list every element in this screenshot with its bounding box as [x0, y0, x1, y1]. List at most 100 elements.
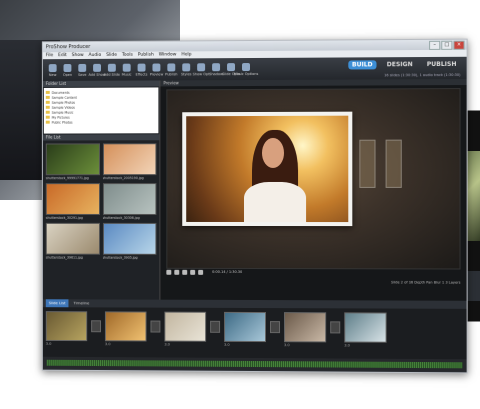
- app-window: ProShow Producer – □ × File Edit Show Au…: [41, 38, 468, 374]
- music-options-button[interactable]: Music Options: [234, 62, 258, 76]
- transition-icon[interactable]: [91, 320, 101, 333]
- transition-icon[interactable]: [330, 321, 341, 334]
- styles-icon: [182, 62, 191, 71]
- music-options-label: Music Options: [233, 71, 259, 76]
- transition-icon[interactable]: [270, 321, 281, 334]
- menu-audio[interactable]: Audio: [89, 52, 102, 59]
- mode-switcher: BUILD DESIGN PUBLISH: [347, 60, 461, 70]
- open-label: Open: [62, 72, 73, 77]
- menu-help[interactable]: Help: [181, 51, 191, 58]
- window-title: ProShow Producer: [45, 44, 91, 51]
- menu-slide[interactable]: Slide: [106, 52, 117, 59]
- folder-label: Sample Videos: [51, 105, 75, 110]
- slide-thumb: [224, 311, 266, 343]
- preview-photo: [186, 115, 349, 223]
- transition-icon[interactable]: [210, 320, 221, 333]
- shadow-icon: [212, 62, 221, 71]
- toolbar: New Open Save Add Show Add Slide Music E…: [42, 56, 467, 82]
- tab-slide-list[interactable]: Slide List: [45, 299, 69, 308]
- menu-file[interactable]: File: [46, 52, 53, 59]
- preview-button[interactable]: Preview: [150, 63, 163, 76]
- add-slide-label: Add Slide: [103, 72, 120, 77]
- add-show-button[interactable]: Add Show: [88, 63, 106, 76]
- menu-tools[interactable]: Tools: [122, 52, 133, 59]
- show-opt-label: Show Opt: [192, 71, 210, 76]
- folder-icon: [45, 110, 50, 114]
- file-thumb-image: [45, 183, 100, 215]
- file-thumb-caption: shutterstock_30306.jpg: [102, 215, 140, 220]
- preview-title: Preview: [160, 78, 467, 87]
- file-thumb-caption: shutterstock_3905.jpg: [102, 255, 138, 260]
- slide-duration: 3.0: [164, 342, 170, 347]
- save-label: Save: [78, 72, 87, 77]
- tab-timeline[interactable]: Timeline: [71, 299, 93, 307]
- folder-icon: [45, 115, 50, 119]
- slide-item[interactable]: 3.0: [45, 311, 88, 361]
- publish-label: Publish: [165, 71, 178, 76]
- slide-thumb: [344, 312, 387, 343]
- folder-icon: [45, 95, 50, 99]
- file-thumb-caption: shutterstock_99991771.jpg: [45, 176, 89, 181]
- file-thumb[interactable]: shutterstock_30291.jpg: [45, 183, 100, 220]
- maximize-button[interactable]: □: [441, 40, 453, 50]
- effects-icon: [137, 63, 146, 72]
- new-icon: [48, 63, 57, 72]
- folder-label: Sample Photos: [51, 100, 76, 105]
- file-thumb-image: [45, 143, 100, 176]
- slide-item[interactable]: 3.0: [284, 312, 327, 362]
- show-opt-icon: [197, 62, 206, 71]
- add-slide-button[interactable]: Add Slide: [103, 63, 120, 77]
- folder-label: My Pictures: [51, 115, 70, 120]
- preview-stage[interactable]: [166, 88, 461, 270]
- file-thumb-caption: shutterstock_30291.jpg: [45, 215, 83, 220]
- open-button[interactable]: Open: [62, 63, 74, 77]
- slide-item[interactable]: 3.0: [164, 311, 207, 362]
- folder-item[interactable]: Public Photos: [45, 119, 157, 124]
- save-icon: [78, 63, 87, 72]
- music-label: Music: [121, 72, 132, 77]
- mode-design[interactable]: DESIGN: [383, 60, 417, 69]
- preview-pane: Preview 0:00.14 / 1:30.30 Slide 2 of 16 …: [160, 78, 467, 301]
- close-button[interactable]: ×: [453, 40, 465, 50]
- slide-item[interactable]: 3.0: [224, 311, 266, 362]
- mode-publish[interactable]: PUBLISH: [423, 60, 461, 69]
- music-options-icon: [242, 62, 251, 71]
- play-icon[interactable]: [166, 269, 172, 275]
- slide-item[interactable]: 3.0: [104, 311, 147, 361]
- styles-label: Styles: [180, 71, 192, 76]
- slide-item[interactable]: 3.0: [344, 312, 387, 362]
- shadow-button[interactable]: Shadow: [209, 62, 223, 76]
- new-label: New: [48, 72, 57, 77]
- stop-icon[interactable]: [174, 269, 180, 275]
- folder-list-title: Folder List: [42, 80, 160, 87]
- ghost-frame: [385, 139, 402, 188]
- publish-button[interactable]: Publish: [165, 62, 178, 76]
- file-thumb[interactable]: shutterstock_99991771.jpg: [45, 143, 100, 181]
- file-thumb[interactable]: shutterstock_39611.jpg: [45, 222, 100, 260]
- file-thumb[interactable]: shutterstock_30306.jpg: [102, 183, 157, 220]
- folder-label: Sample Music: [51, 110, 74, 115]
- file-thumb[interactable]: shutterstock_2005190.jpg: [102, 143, 157, 180]
- add-slide-icon: [107, 63, 116, 72]
- show-opt-button[interactable]: Show Opt: [192, 62, 210, 76]
- slide-list: 3.0 3.0 3.0 3.0 3.0 3.0: [42, 307, 467, 364]
- file-thumb-caption: shutterstock_39611.jpg: [45, 255, 83, 260]
- file-thumb-image: [102, 143, 157, 176]
- mode-build[interactable]: BUILD: [347, 60, 377, 70]
- minimize-button[interactable]: –: [429, 40, 441, 50]
- rewind-icon[interactable]: [182, 269, 188, 275]
- effects-button[interactable]: Effects: [136, 63, 148, 76]
- fullscreen-icon[interactable]: [198, 269, 204, 275]
- slide-duration: 3.0: [45, 341, 52, 346]
- audio-track[interactable]: [42, 356, 467, 372]
- forward-icon[interactable]: [190, 269, 196, 275]
- music-button[interactable]: Music: [121, 63, 133, 76]
- transition-icon[interactable]: [150, 320, 161, 333]
- new-button[interactable]: New: [47, 63, 59, 77]
- save-button[interactable]: Save: [76, 63, 88, 76]
- file-thumb[interactable]: shutterstock_3905.jpg: [102, 222, 157, 260]
- styles-button[interactable]: Styles: [180, 62, 192, 76]
- folder-label: Documents: [51, 90, 70, 95]
- menu-edit[interactable]: Edit: [58, 52, 67, 59]
- preview-icon: [152, 63, 161, 72]
